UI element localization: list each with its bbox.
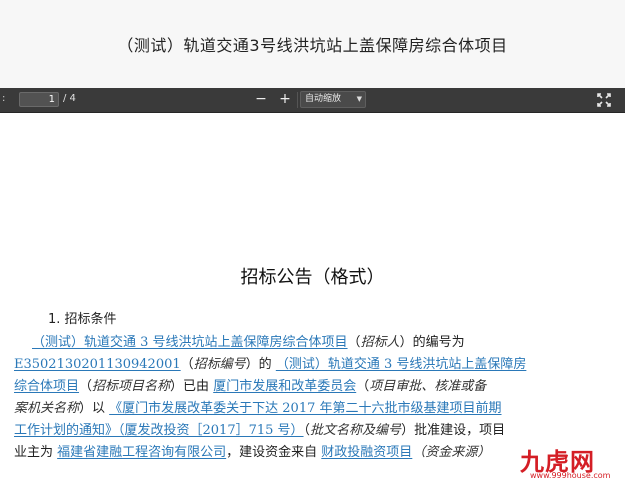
body-line: 工作计划的通知》（厦发改投资［2017］715 号）（批文名称及编号）批准建设，…	[14, 419, 505, 439]
body-text: （	[180, 357, 194, 372]
watermark-logo: 九虎网 www.999house.com	[520, 442, 620, 482]
page-total: / 4	[63, 93, 76, 104]
field-label: 项目审批、核准或备	[369, 379, 487, 394]
field-label: 招标编号	[193, 357, 246, 372]
field-label: 招标人	[360, 335, 400, 350]
filled-field: 工作计划的通知》（厦发改投资［2017］715 号）	[14, 423, 304, 438]
body-text: ）批准建设，项目	[401, 423, 506, 438]
filled-field: 福建省建融工程咨询有限公司	[57, 445, 227, 460]
field-label: （资金来源）	[412, 445, 491, 460]
body-line: 业主为 福建省建融工程咨询有限公司，建设资金来自 财政投融资项目（资金来源）	[14, 441, 490, 461]
document-title: （测试）轨道交通3号线洪坑站上盖保障房综合体项目	[117, 36, 508, 55]
body-text: ）的	[245, 357, 276, 372]
body-line: E3502130201130942001（招标编号）的 （测试）轨道交通 3 号…	[14, 353, 526, 373]
field-label: 招标项目名称	[92, 379, 171, 394]
page-number-input[interactable]	[19, 92, 59, 107]
body-line: 案机关名称）以 《厦门市发展改革委关于下达 2017 年第二十六批市级基建项目前…	[14, 397, 502, 417]
body-text: 业主为	[14, 445, 58, 460]
body-text: ）以	[79, 401, 110, 416]
field-label: 批文名称及编号	[310, 423, 402, 438]
fullscreen-icon[interactable]	[597, 93, 611, 107]
body-text: ）的编号为	[399, 335, 465, 350]
zoom-in-button[interactable]: +	[276, 90, 294, 108]
zoom-out-button[interactable]: −	[252, 90, 270, 108]
zoom-select-value: 自动缩放	[305, 94, 342, 104]
pdf-toolbar: : / 4 − + 自动缩放 ▼	[0, 88, 625, 113]
document-title-bar: （测试）轨道交通3号线洪坑站上盖保障房综合体项目	[0, 0, 625, 88]
page-label: :	[2, 93, 6, 104]
toolbar-separator	[297, 92, 298, 108]
chevron-down-icon: ▼	[356, 95, 362, 103]
filled-field: 综合体项目	[14, 379, 80, 394]
zoom-select[interactable]: 自动缩放 ▼	[300, 91, 366, 108]
filled-field: 财政投融资项目	[321, 445, 413, 460]
body-line: （测试）轨道交通 3 号线洪坑站上盖保障房综合体项目（招标人）的编号为	[32, 331, 465, 351]
filled-field: 厦门市发展和改革委员会	[213, 379, 357, 394]
body-text: ）已由	[170, 379, 214, 394]
section-heading: 1. 招标条件	[48, 312, 117, 327]
filled-field: E3502130201130942001	[14, 357, 181, 372]
field-label: 案机关名称	[14, 401, 80, 416]
body-text: （	[347, 335, 361, 350]
watermark-logo-text: 九虎网	[520, 448, 595, 476]
body-line: 综合体项目（招标项目名称）已由 厦门市发展和改革委员会（项目审批、核准或备	[14, 375, 486, 395]
filled-field: （测试）轨道交通 3 号线洪坑站上盖保障房	[275, 357, 527, 372]
body-text: （	[79, 379, 93, 394]
body-text: ，建设资金来自	[226, 445, 322, 460]
announcement-heading: 招标公告（格式）	[240, 267, 385, 288]
filled-field: 《厦门市发展改革委关于下达 2017 年第二十六批市级基建项目前期	[109, 401, 502, 416]
watermark-url: www.999house.com	[530, 471, 611, 480]
filled-field: （测试）轨道交通 3 号线洪坑站上盖保障房综合体项目	[32, 335, 348, 350]
document-page: 招标公告（格式） 1. 招标条件 （测试）轨道交通 3 号线洪坑站上盖保障房综合…	[0, 113, 625, 484]
body-text: （	[356, 379, 370, 394]
